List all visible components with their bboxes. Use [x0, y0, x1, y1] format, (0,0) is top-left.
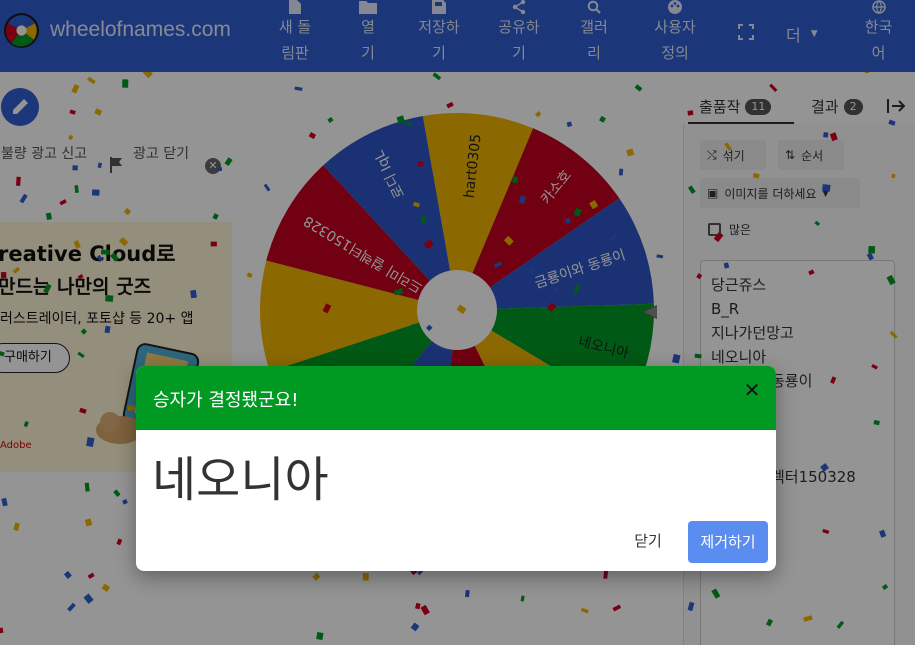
dialog-header: 승자가 결정됐군요! ✕: [136, 366, 776, 430]
winner-name: 네오니아: [152, 452, 329, 508]
remove-button[interactable]: 제거하기: [688, 521, 768, 563]
close-icon[interactable]: ✕: [742, 380, 762, 400]
winner-dialog: 승자가 결정됐군요! ✕ 네오니아 닫기 제거하기: [136, 366, 776, 571]
dialog-title: 승자가 결정됐군요!: [153, 390, 299, 411]
close-button[interactable]: 닫기: [623, 523, 673, 559]
